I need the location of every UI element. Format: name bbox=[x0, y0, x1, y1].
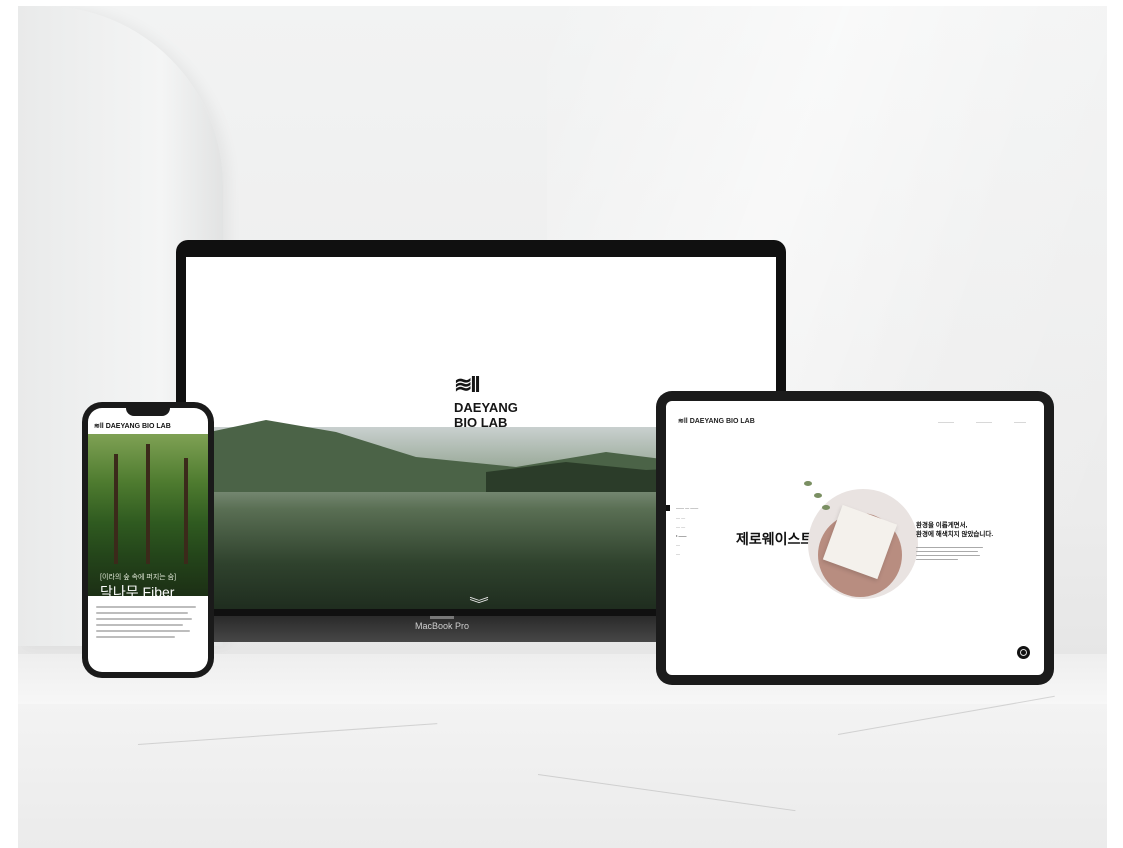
laptop-base: MacBook Pro bbox=[194, 616, 690, 642]
phone-title: 닥나무 Fiber bbox=[100, 584, 175, 600]
chevron-down-double-icon[interactable]: ︾ bbox=[469, 594, 489, 609]
phone-screen: ≋ll DAEYANG BIO LAB [이라의 숲 속에 퍼지는 숨] 닥나무… bbox=[88, 408, 208, 672]
side-list-item[interactable]: — bbox=[676, 551, 687, 556]
marble-counter-front bbox=[18, 695, 1107, 848]
headline-line-2: 환경에 해색치지 않았습니다. bbox=[916, 531, 994, 538]
tablet-nav: ———— ———— ——— bbox=[938, 419, 1026, 424]
nav-item-1[interactable]: ———— bbox=[938, 419, 954, 424]
tablet-headline: 환경을 이롭게면서, 환경에 해색치지 않았습니다. bbox=[916, 521, 993, 539]
tablet-screen: ≋ll DAEYANG BIO LAB ———— ———— ——— —— — —… bbox=[666, 401, 1044, 675]
side-list-item[interactable]: — bbox=[676, 542, 687, 547]
tablet: ≋ll DAEYANG BIO LAB ———— ———— ——— —— — —… bbox=[656, 391, 1054, 685]
side-label: —— — —— bbox=[676, 505, 699, 510]
laptop-brand-label: MacBook Pro bbox=[414, 621, 470, 631]
nav-item-3[interactable]: ——— bbox=[1014, 419, 1026, 424]
brand-logo[interactable]: ≋ll DAEYANG BIO LAB bbox=[454, 372, 518, 431]
side-indicator bbox=[666, 505, 670, 511]
forest-photo: [이라의 숲 속에 퍼지는 숨] 닥나무 Fiber bbox=[88, 434, 208, 600]
product-mockup-scene: ≋ll DAEYANG BIO LAB ︾ MacBook Pro ≋ll DA… bbox=[18, 6, 1107, 848]
settings-icon bbox=[1020, 649, 1027, 656]
phone: ≋ll DAEYANG BIO LAB [이라의 숲 속에 퍼지는 숨] 닥나무… bbox=[82, 402, 214, 678]
floating-action-button[interactable] bbox=[1017, 646, 1030, 659]
leaf-icon bbox=[822, 505, 830, 510]
side-list-item-active[interactable]: • —— bbox=[676, 533, 687, 538]
logo-mark-icon: ≋ll bbox=[454, 372, 481, 397]
side-list-item[interactable]: — — bbox=[676, 524, 687, 529]
side-list-item[interactable]: — — bbox=[676, 515, 687, 520]
side-list: — — — — • —— — — bbox=[676, 515, 687, 560]
tablet-title: 제로웨이스트 bbox=[736, 531, 814, 547]
nav-item-2[interactable]: ———— bbox=[976, 419, 992, 424]
headline-line-1: 환경을 이롭게면서, bbox=[916, 522, 968, 529]
phone-caption: [이라의 숲 속에 퍼지는 숨] bbox=[100, 574, 177, 581]
phone-logo[interactable]: ≋ll DAEYANG BIO LAB bbox=[94, 422, 171, 430]
phone-body-text bbox=[96, 606, 200, 642]
tablet-description bbox=[916, 547, 986, 563]
leaf-icon bbox=[814, 493, 822, 498]
leaf-icon bbox=[804, 481, 812, 486]
tablet-logo[interactable]: ≋ll DAEYANG BIO LAB bbox=[678, 417, 755, 425]
laptop-notch bbox=[430, 616, 454, 619]
logo-line-2: BIO LAB bbox=[454, 415, 508, 430]
phone-notch bbox=[126, 408, 170, 416]
logo-line-1: DAEYANG bbox=[454, 400, 518, 415]
